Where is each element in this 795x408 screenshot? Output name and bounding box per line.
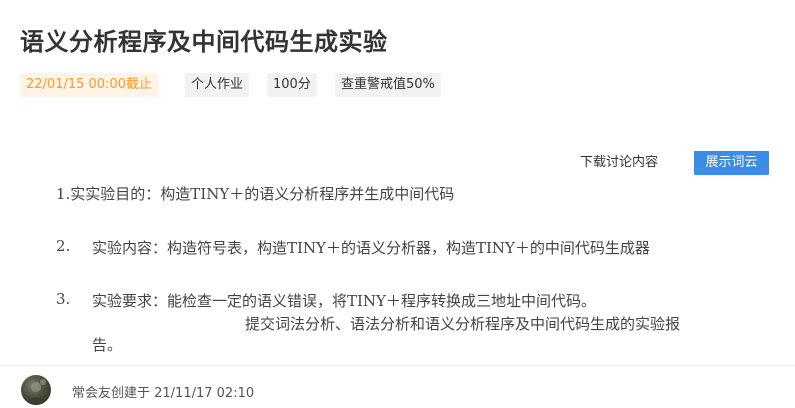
content-line-objective: 1.实实验目的：构造TINY＋的语义分析程序并生成中间代码 — [56, 185, 455, 203]
content-line-number: 2. — [56, 237, 71, 255]
deadline-tag: 22/01/15 00:00截止 — [20, 73, 158, 97]
content-line-requirement: 实验要求：能检查一定的语义错误，将TINY＋程序转换成三地址中间代码。 — [92, 292, 596, 310]
footer-divider — [0, 365, 795, 366]
score-tag: 100分 — [267, 73, 317, 97]
assignment-type-tag: 个人作业 — [185, 73, 250, 97]
download-discussion-link[interactable]: 下载讨论内容 — [580, 151, 658, 175]
show-word-cloud-button[interactable]: 展示词云 — [694, 151, 769, 175]
content-line-number: 3. — [56, 290, 71, 308]
plagiarism-threshold-tag: 查重警戒值50% — [335, 73, 441, 97]
content-line-report-end: 告。 — [92, 336, 123, 354]
assignment-title: 语义分析程序及中间代码生成实验 — [20, 28, 388, 56]
avatar — [21, 375, 51, 405]
content-line-report: 提交词法分析、语法分析和语义分析程序及中间代码生成的实验报 — [245, 315, 681, 333]
creator-info: 常会友创建于 21/11/17 02:10 — [72, 386, 255, 401]
content-line-content: 实验内容：构造符号表，构造TINY＋的语义分析器，构造TINY＋的中间代码生成器 — [92, 239, 650, 257]
